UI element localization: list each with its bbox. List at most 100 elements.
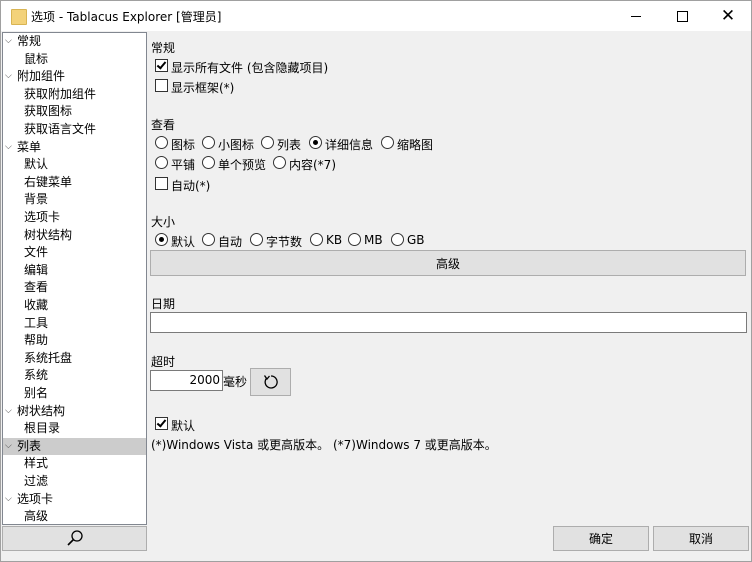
view-option-radio[interactable] [273, 156, 286, 169]
minimize-button[interactable] [613, 1, 659, 31]
size-option-radio[interactable] [155, 233, 168, 246]
tree-item[interactable]: 鼠标 [3, 51, 146, 68]
view-option-label: 小图标 [218, 138, 255, 152]
tree-item[interactable]: 选项卡 [3, 209, 146, 226]
chevron-down-icon[interactable]: ⌵ [5, 438, 15, 455]
tree-item[interactable]: 获取图标 [3, 103, 146, 120]
size-option-label: GB [407, 233, 425, 247]
tree-item-label: 样式 [24, 456, 49, 471]
view-option-radio[interactable] [202, 156, 215, 169]
tree-item-label: 系统托盘 [24, 350, 73, 365]
tree-item-label: 高级 [24, 509, 49, 524]
close-icon: ✕ [720, 5, 736, 26]
tree-item[interactable]: ⌵ 列表 [3, 437, 146, 455]
view-option-radio[interactable] [155, 156, 168, 169]
size-option-radio[interactable] [202, 233, 215, 246]
tree-item[interactable]: 默认 [3, 156, 146, 173]
view-option-radio[interactable] [261, 136, 274, 149]
options-tree[interactable]: ⌵ 常规 鼠标 ⌵ 附加组件 获取附加组件 获取图标 获取语言文件 ⌵ 菜单 默认 右键菜单 背景 选项卡… [2, 32, 147, 525]
ok-button-label: 确定 [588, 532, 613, 546]
tree-item[interactable]: 右键菜单 [3, 174, 146, 191]
tree-item[interactable]: 别名 [3, 385, 146, 402]
size-option-label: MB [364, 233, 383, 247]
tree-item-label: 菜单 [17, 139, 42, 154]
show-all-files-label: 显示所有文件 (包含隐藏项目) [171, 61, 329, 75]
tree-item[interactable]: ⌵ 树状结构 [3, 403, 146, 420]
view-option-label: 单个预览 [218, 158, 267, 172]
advanced-button[interactable]: 高级 [150, 250, 746, 276]
chevron-down-icon[interactable]: ⌵ [5, 68, 15, 85]
tree-item-label: 获取语言文件 [24, 122, 97, 136]
tree-item-label: 树状结构 [17, 403, 66, 418]
size-option-radio[interactable] [391, 233, 404, 246]
title-bar: 选项 - Tablacus Explorer [管理员] ✕ [1, 1, 751, 31]
tree-item[interactable]: 查看 [3, 279, 146, 296]
tree-item[interactable]: 系统托盘 [3, 350, 146, 367]
show-frames-checkbox[interactable] [155, 79, 168, 92]
size-option-label: 自动 [218, 235, 243, 249]
view-option-label: 详细信息 [325, 138, 374, 152]
folder-icon [11, 9, 27, 25]
view-option-radio[interactable] [309, 136, 322, 149]
date-heading: 日期 [151, 297, 176, 311]
size-option-radio[interactable] [310, 233, 323, 246]
tree-item[interactable]: 帮助 [3, 332, 146, 349]
size-heading: 大小 [151, 215, 176, 229]
reset-timeout-button[interactable] [250, 368, 291, 396]
view-option-radio[interactable] [155, 136, 168, 149]
ok-button[interactable]: 确定 [553, 526, 649, 551]
tree-item-label: 系统 [24, 368, 49, 383]
search-button[interactable] [2, 526, 147, 551]
size-option-radio[interactable] [348, 233, 361, 246]
size-option-radio[interactable] [250, 233, 263, 246]
cancel-button-label: 取消 [688, 532, 713, 546]
view-option-radio[interactable] [381, 136, 394, 149]
tree-item[interactable]: 样式 [3, 455, 146, 472]
tree-item[interactable]: 获取附加组件 [3, 86, 146, 103]
tree-item[interactable]: 过滤 [3, 473, 146, 490]
size-option-label: KB [326, 233, 343, 247]
tree-item-label: 列表 [17, 438, 42, 453]
view-option-radio[interactable] [202, 136, 215, 149]
timeout-unit: 毫秒 [223, 375, 248, 389]
date-input[interactable] [150, 312, 747, 333]
tree-item[interactable]: ⌵ 选项卡 [3, 491, 146, 508]
close-button[interactable]: ✕ [705, 1, 751, 31]
timeout-input[interactable]: 2000 [150, 370, 223, 391]
tree-item[interactable]: 背景 [3, 191, 146, 208]
tree-item[interactable]: 文件 [3, 244, 146, 261]
cancel-button[interactable]: 取消 [653, 526, 749, 551]
tree-item[interactable]: 收藏 [3, 297, 146, 314]
view-auto-checkbox[interactable] [155, 177, 168, 190]
tree-item-label: 获取附加组件 [24, 86, 97, 101]
tree-item-label: 鼠标 [24, 51, 49, 66]
maximize-icon [676, 10, 688, 22]
tree-item[interactable]: 系统 [3, 367, 146, 384]
chevron-down-icon[interactable]: ⌵ [5, 33, 15, 50]
tree-item[interactable]: 工具 [3, 315, 146, 332]
tree-item-label: 常规 [17, 34, 42, 48]
chevron-down-icon[interactable]: ⌵ [5, 403, 15, 420]
tree-item[interactable]: ⌵ 常规 [3, 33, 146, 50]
minimize-icon [631, 15, 641, 17]
tree-item[interactable]: 高级 [3, 508, 146, 524]
tree-item-label: 附加组件 [17, 69, 66, 84]
view-heading: 查看 [151, 118, 176, 132]
list-options-panel: 常规 显示所有文件 (包含隐藏项目) 显示框架(*) 查看 图标 小图标 列表 … [147, 32, 751, 523]
chevron-down-icon[interactable]: ⌵ [5, 139, 15, 156]
tree-item[interactable]: 获取语言文件 [3, 121, 146, 138]
tree-item[interactable]: 树状结构 [3, 227, 146, 244]
tree-item[interactable]: ⌵ 菜单 [3, 139, 146, 156]
tree-item[interactable]: ⌵ 附加组件 [3, 68, 146, 85]
tree-item[interactable]: 编辑 [3, 262, 146, 279]
tree-item-label: 默认 [24, 157, 49, 172]
tree-item[interactable]: 根目录 [3, 420, 146, 437]
show-all-files-checkbox[interactable] [155, 59, 168, 72]
default-checkbox[interactable] [155, 417, 168, 430]
chevron-down-icon[interactable]: ⌵ [5, 491, 15, 508]
default-label: 默认 [171, 419, 196, 433]
tree-item-label: 过滤 [24, 474, 49, 488]
maximize-button[interactable] [659, 1, 705, 31]
refresh-icon [263, 375, 278, 389]
advanced-button-label: 高级 [435, 256, 460, 271]
